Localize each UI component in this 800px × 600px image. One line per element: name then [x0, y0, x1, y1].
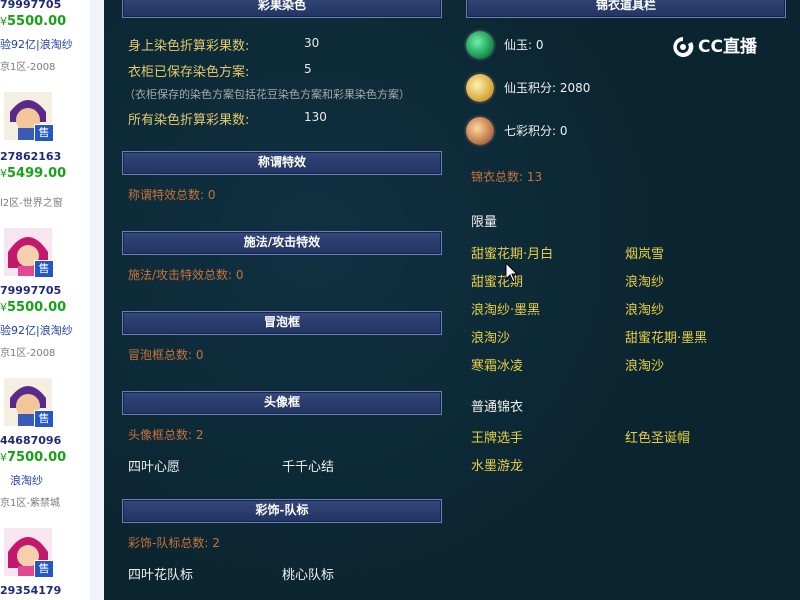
- jade-label: 仙玉: 0: [504, 38, 544, 52]
- title-effect-total: 称谓特效总数: 0: [128, 188, 216, 202]
- limited-item[interactable]: 浪淘沙: [471, 327, 510, 346]
- section-header-jinyi: 锦衣道具栏: [466, 0, 786, 18]
- limited-item[interactable]: 浪淘纱·墨黑: [471, 299, 540, 318]
- section-header-cast-effect: 施法/攻击特效: [122, 231, 442, 255]
- section-header-bubble: 冒泡框: [122, 311, 442, 335]
- listing-price: ¥7500.00: [0, 450, 67, 465]
- wardrobe-dye-value: 5: [304, 62, 312, 76]
- listing-server: 京1区-紫禁城: [0, 498, 60, 509]
- normal-item[interactable]: 红色圣诞帽: [625, 427, 690, 446]
- jade-points-label: 仙玉积分: 2080: [504, 81, 591, 95]
- section-header-title-effect: 称谓特效: [122, 151, 442, 175]
- game-detail-panel: 彩果染色 身上染色折算彩果数: 30 衣柜已保存染色方案: 5 （衣柜保存的染色…: [104, 0, 800, 600]
- body-dye-label: 身上染色折算彩果数:: [128, 39, 250, 54]
- rainbow-points-label: 七彩积分: 0: [504, 124, 568, 138]
- avatar[interactable]: 售: [4, 378, 54, 428]
- listing-price: ¥5500.00: [0, 300, 67, 315]
- jade-points-icon: [466, 74, 494, 102]
- jade-icon: [466, 31, 494, 59]
- cc-live-logo: CC直播: [670, 32, 757, 59]
- rainbow-points-icon: [466, 117, 494, 145]
- wardrobe-dye-label: 衣柜已保存染色方案:: [128, 65, 250, 80]
- listing-id[interactable]: 79997705: [0, 0, 61, 11]
- normal-heading: 普通锦衣: [471, 400, 524, 415]
- normal-item[interactable]: 水墨游龙: [471, 455, 523, 474]
- sell-badge: 售: [34, 124, 54, 142]
- avatar[interactable]: 售: [4, 528, 54, 578]
- body-dye-value: 30: [304, 36, 320, 50]
- listing-tag[interactable]: 验92亿|浪淘纱: [0, 322, 73, 338]
- listing-id[interactable]: 44687096: [0, 434, 61, 447]
- limited-item[interactable]: 甜蜜花期·墨黑: [625, 327, 707, 346]
- listing-server: 京1区-2008: [0, 348, 56, 359]
- mouse-cursor-icon: [505, 262, 519, 283]
- limited-heading: 限量: [471, 215, 498, 230]
- listing-price: ¥5500.00: [0, 14, 67, 29]
- jinyi-total: 锦衣总数: 13: [471, 170, 543, 184]
- team-badge-total: 彩饰-队标总数: 2: [128, 536, 220, 550]
- avatar-frame-total: 头像框总数: 2: [128, 428, 204, 442]
- sell-badge: 售: [34, 560, 54, 578]
- limited-item[interactable]: 烟岚雪: [625, 243, 664, 262]
- divider: [90, 0, 104, 600]
- cc-logo-icon: [673, 37, 694, 57]
- dye-note: （衣柜保存的染色方案包括花豆染色方案和彩果染色方案）: [124, 88, 410, 101]
- avatar-frame-item[interactable]: 千千心结: [282, 456, 334, 475]
- sell-badge: 售: [34, 260, 54, 278]
- listing-server: 京1区-2008: [0, 62, 56, 73]
- avatar[interactable]: 售: [4, 92, 54, 142]
- total-dye-value: 130: [304, 110, 327, 124]
- limited-item[interactable]: 浪淘纱: [625, 299, 664, 318]
- team-badge-item[interactable]: 四叶花队标: [128, 564, 193, 583]
- limited-item[interactable]: 浪淘沙: [625, 355, 664, 374]
- listing-tag[interactable]: 浪淘纱: [10, 472, 43, 488]
- listing-panel: 79997705 ¥5500.00 验92亿|浪淘纱 京1区-2008 售 27…: [0, 0, 91, 600]
- sell-badge: 售: [34, 410, 54, 428]
- listing-id[interactable]: 27862163: [0, 150, 61, 163]
- listing-price: ¥5499.00: [0, 166, 67, 181]
- section-header-team-badge: 彩饰-队标: [122, 499, 442, 523]
- limited-item[interactable]: 寒霜冰凌: [471, 355, 523, 374]
- avatar-frame-item[interactable]: 四叶心愿: [128, 456, 180, 475]
- bubble-total: 冒泡框总数: 0: [128, 348, 204, 362]
- total-dye-label: 所有染色折算彩果数:: [128, 113, 250, 128]
- section-header-caiguo: 彩果染色: [122, 0, 442, 18]
- normal-item[interactable]: 王牌选手: [471, 427, 523, 446]
- limited-item[interactable]: 甜蜜花期·月白: [471, 243, 553, 262]
- section-header-avatar-frame: 头像框: [122, 391, 442, 415]
- limited-item[interactable]: 浪淘纱: [625, 271, 664, 290]
- listing-id[interactable]: 79997705: [0, 284, 61, 297]
- listing-server: l2区-世界之窗: [0, 198, 63, 209]
- avatar[interactable]: 售: [4, 228, 54, 278]
- listing-id[interactable]: 29354179: [0, 584, 61, 597]
- listing-tag[interactable]: 验92亿|浪淘纱: [0, 36, 73, 52]
- team-badge-item[interactable]: 桃心队标: [282, 564, 334, 583]
- cast-effect-total: 施法/攻击特效总数: 0: [128, 268, 244, 282]
